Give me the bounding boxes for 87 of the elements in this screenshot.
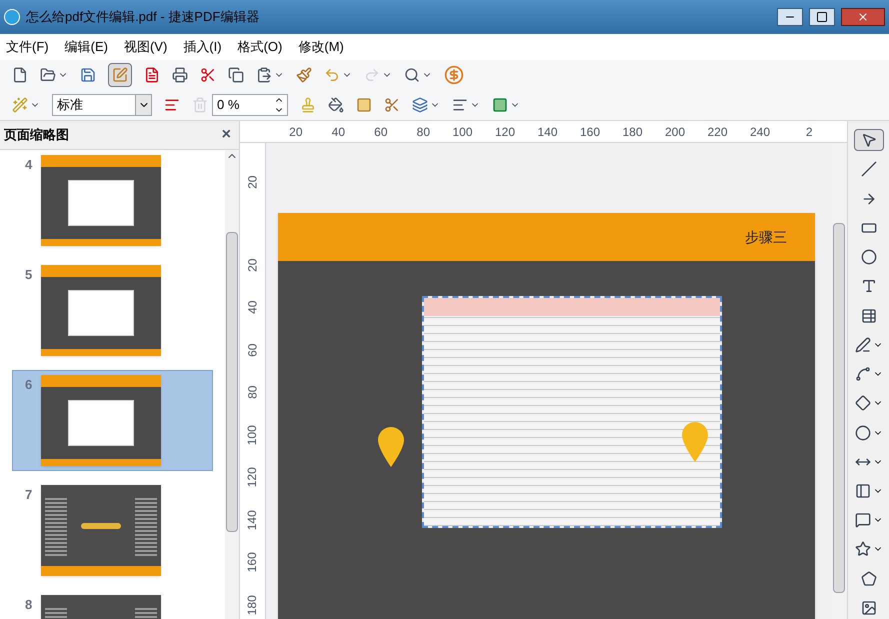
callout-icon[interactable] xyxy=(854,512,870,528)
close-button[interactable] xyxy=(841,8,885,26)
menu-item[interactable]: 修改(M) xyxy=(298,37,344,57)
pen-icon[interactable] xyxy=(854,336,870,353)
ruler-label: 100 xyxy=(451,124,474,140)
maximize-icon[interactable] xyxy=(816,11,828,23)
ruler-label: 120 xyxy=(494,124,516,140)
ruler-label: 180 xyxy=(244,594,260,615)
edit-button[interactable] xyxy=(108,63,132,87)
align-left-icon[interactable] xyxy=(452,97,468,113)
circle-icon[interactable] xyxy=(854,424,870,441)
page-number: 8 xyxy=(25,596,33,614)
page-thumbnail[interactable]: 7 xyxy=(12,480,213,581)
minimize-button[interactable] xyxy=(777,8,803,26)
page-number: 6 xyxy=(25,376,33,394)
ruler-label: 20 xyxy=(244,176,260,189)
square-icon[interactable] xyxy=(356,97,372,113)
ruler-label: 2 xyxy=(804,124,814,140)
menu-item[interactable]: 编辑(E) xyxy=(64,37,108,57)
brush-icon[interactable] xyxy=(296,67,312,83)
new-file-icon[interactable] xyxy=(12,67,28,83)
polygon-icon[interactable] xyxy=(860,570,876,587)
ruler-label: 40 xyxy=(244,300,260,314)
slide-heading: 步骤三 xyxy=(745,228,787,246)
ruler-label: 180 xyxy=(621,124,644,140)
connector-icon[interactable] xyxy=(854,366,870,382)
panel-icon[interactable] xyxy=(854,482,870,499)
page-thumbnail[interactable]: 5 xyxy=(12,260,213,361)
ruler-label: 120 xyxy=(244,467,260,488)
image-icon[interactable] xyxy=(860,600,876,616)
menu-item[interactable]: 视图(V) xyxy=(124,37,168,57)
ruler-label: 60 xyxy=(244,343,260,356)
line-icon[interactable] xyxy=(860,161,876,178)
ruler-label: 100 xyxy=(244,424,260,445)
ruler-label: 140 xyxy=(244,510,260,530)
ruler-label: 80 xyxy=(416,124,431,140)
app-logo-icon xyxy=(4,9,20,25)
cut-icon[interactable] xyxy=(200,67,216,83)
ruler-label: 20 xyxy=(244,258,260,272)
map-pin-icon xyxy=(378,427,404,467)
maximize-button[interactable] xyxy=(809,8,835,26)
style-dropdown[interactable]: 标准 xyxy=(52,94,152,116)
ruler-label: 40 xyxy=(330,124,346,140)
star-icon[interactable] xyxy=(854,541,870,558)
window-title: 怎么给pdf文件编辑.pdf - 捷速PDF编辑器 xyxy=(26,8,260,26)
pdf-icon[interactable] xyxy=(144,67,160,83)
ruler-label: 20 xyxy=(288,124,304,140)
ruler-label: 160 xyxy=(244,552,260,572)
copy-icon[interactable] xyxy=(228,67,244,83)
menu-item[interactable]: 插入(I) xyxy=(183,37,222,57)
ruler-label: 240 xyxy=(748,124,771,140)
page-number: 7 xyxy=(25,486,33,504)
save-icon[interactable] xyxy=(80,67,96,83)
page-number: 5 xyxy=(25,266,33,284)
print-icon[interactable] xyxy=(172,67,188,83)
close-panel-button[interactable]: × xyxy=(222,123,235,147)
edit-icon[interactable] xyxy=(112,67,128,83)
text-icon[interactable] xyxy=(860,278,876,294)
paste-icon[interactable] xyxy=(256,67,272,83)
ruler-label: 80 xyxy=(244,386,260,399)
ruler-label: 60 xyxy=(373,124,388,140)
bucket-icon[interactable] xyxy=(328,97,344,113)
search-icon[interactable] xyxy=(404,67,420,83)
scrollbar[interactable] xyxy=(225,150,239,619)
close-icon[interactable] xyxy=(857,11,869,23)
ruler-label: 220 xyxy=(706,124,728,140)
layers-icon[interactable] xyxy=(412,97,428,113)
map-pin-icon xyxy=(682,422,708,462)
pointer-tool-button[interactable] xyxy=(854,129,884,152)
opacity-field[interactable]: 0 % xyxy=(212,94,288,116)
ellipse-icon[interactable] xyxy=(860,249,876,266)
square-icon[interactable] xyxy=(492,97,508,113)
page-number: 4 xyxy=(25,156,33,174)
menu-item[interactable]: 格式(O) xyxy=(238,37,282,57)
page-thumbnail[interactable]: 4 xyxy=(12,150,213,251)
scissors-icon[interactable] xyxy=(384,97,400,113)
ruler-label: 140 xyxy=(536,124,558,140)
folder-icon[interactable] xyxy=(40,67,56,83)
ruler-label: 160 xyxy=(578,124,601,140)
panel-title: 页面缩略图 xyxy=(4,126,69,144)
pointer-icon[interactable] xyxy=(860,132,876,148)
page-thumbnail[interactable]: 8 xyxy=(12,590,213,619)
align-icon[interactable] xyxy=(164,97,180,113)
menu-item[interactable]: 文件(F) xyxy=(6,37,49,57)
ruler-label: 200 xyxy=(664,124,686,140)
coin-icon[interactable] xyxy=(444,65,464,85)
diamond-icon[interactable] xyxy=(854,395,870,412)
